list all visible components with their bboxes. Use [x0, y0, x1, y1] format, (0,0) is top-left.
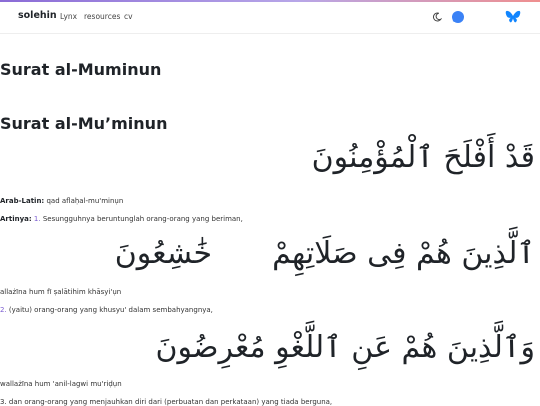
page-title: Surat al-Muminun [0, 60, 162, 79]
verse-1-number[interactable]: 1. [34, 215, 41, 223]
nav-link-resources[interactable]: resources [84, 12, 120, 21]
verse-2-number[interactable]: 2. [0, 306, 7, 314]
bluesky-butterfly-icon[interactable] [505, 10, 521, 24]
verse-3-arabic: وَٱلَّذِينَ هُمْ عَنِ ٱللَّغْوِ مُعْرِضُ… [155, 330, 535, 365]
surah-title: Surat al-Mu’minun [0, 114, 168, 133]
verse-1-latin: Arab-Latin: qad aflaḥal-mu'minụn [0, 197, 123, 205]
verse-1-translation: Artinya: 1. Sesungguhnya beruntunglah or… [0, 215, 243, 223]
verse-2-arabic-right: ٱلَّذِينَ هُمْ فِى صَلَاتِهِمْ [272, 236, 535, 271]
verse-2-arabic: ٱلَّذِينَ هُمْ فِى صَلَاتِهِمْ خَٰشِعُونَ [115, 236, 535, 271]
nav-link-lynx[interactable]: Lynx [60, 12, 77, 21]
verse-2-latin: allażīna hum fī ṣalātihim khāsyi'ụn [0, 288, 122, 296]
verse-1-translation-text: Sesungguhnya beruntunglah orang-orang ya… [42, 215, 243, 223]
chat-bubble-icon[interactable] [451, 10, 465, 24]
moon-icon[interactable] [432, 12, 442, 22]
verse-1-latin-text: qad aflaḥal-mu'minụn [46, 197, 124, 205]
verse-2-translation: 2. (yaitu) orang-orang yang khusyu' dala… [0, 306, 213, 314]
verse-1-arabic: قَدْ أَفْلَحَ ٱلْمُؤْمِنُونَ [311, 140, 535, 175]
navbar: solehin Lynx resources cv [0, 2, 540, 34]
verse-3-latin: wallażīna hum 'anil-lagwi mu'riḍụn [0, 380, 122, 388]
verse-2-translation-text: (yaitu) orang-orang yang khusyu' dalam s… [8, 306, 213, 314]
nav-link-cv[interactable]: cv [124, 12, 133, 21]
latin-label: Arab-Latin: [0, 197, 45, 205]
verse-2-arabic-left: خَٰشِعُونَ [114, 236, 213, 271]
site-brand[interactable]: solehin [18, 10, 57, 21]
translation-label: Artinya: [0, 215, 32, 223]
